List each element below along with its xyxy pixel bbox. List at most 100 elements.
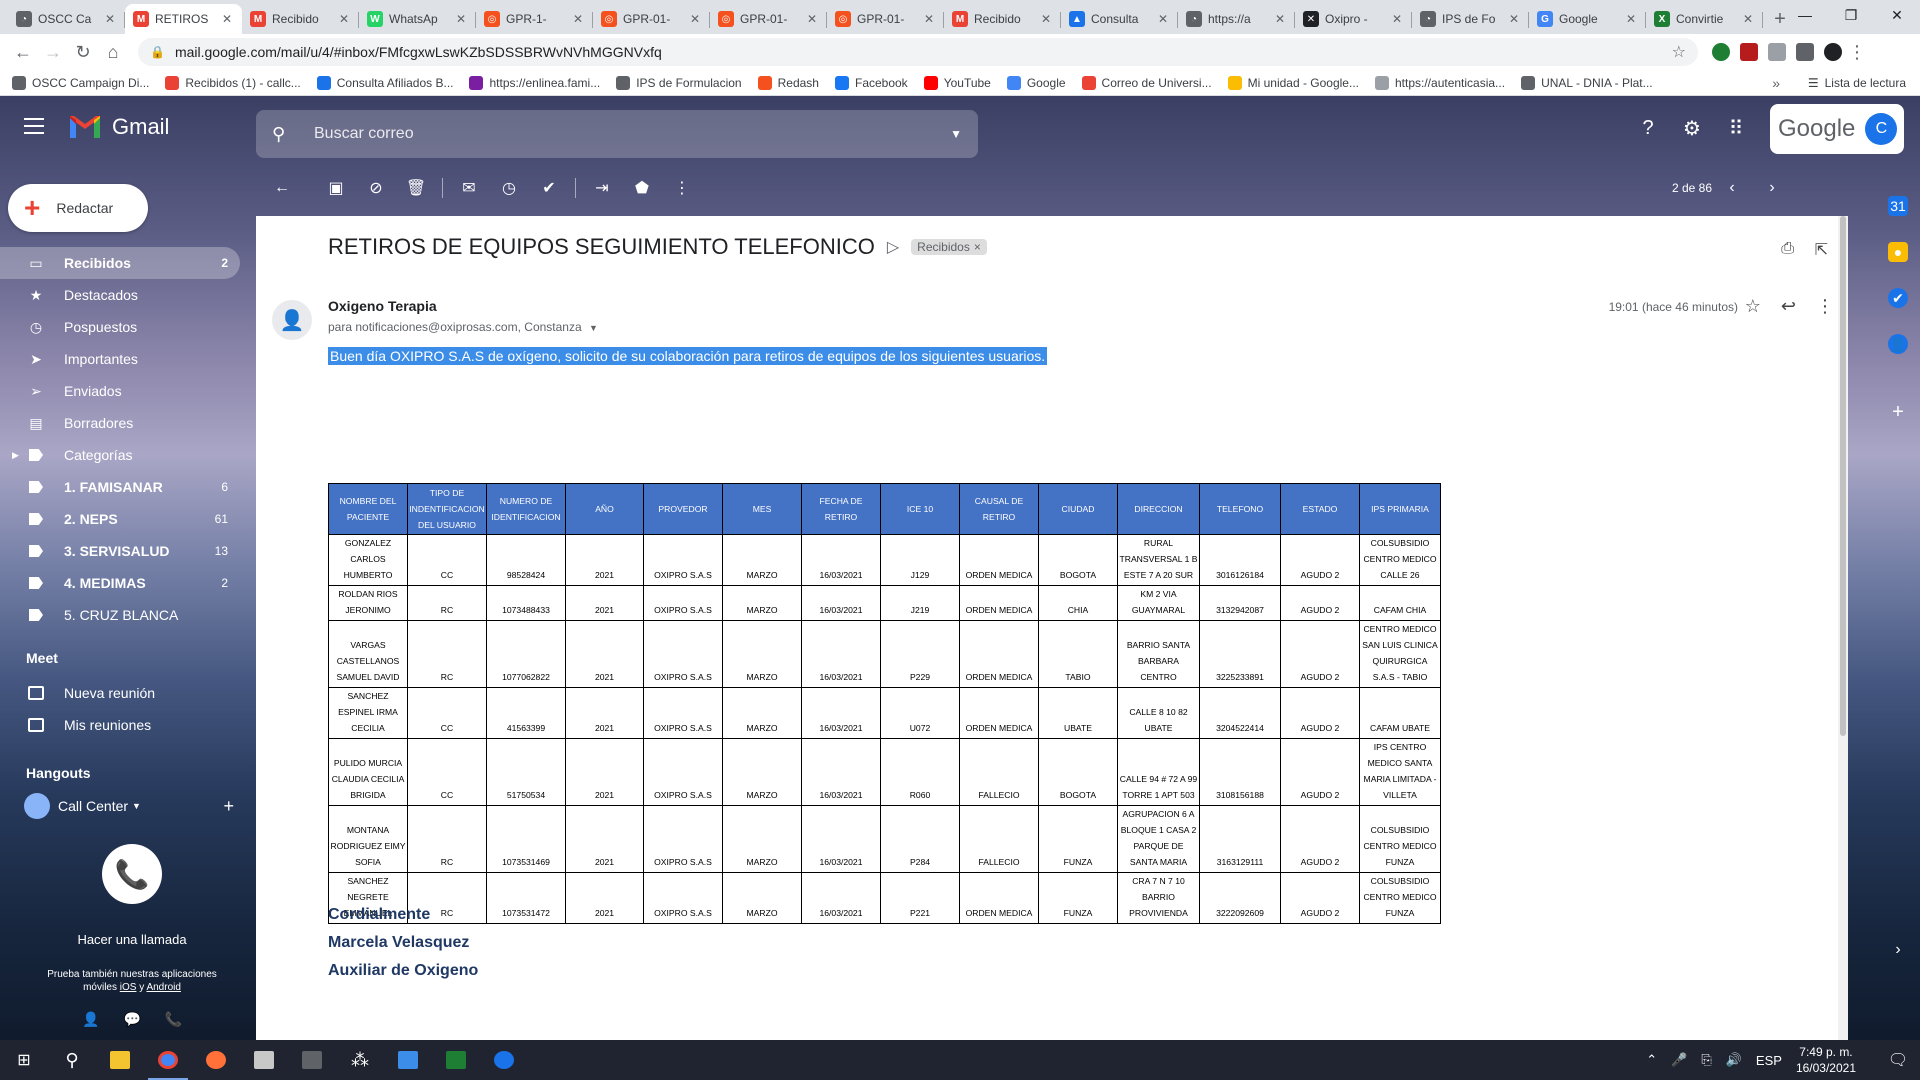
browser-tab[interactable]: ◔ https://a ✕ [1178,4,1295,34]
delete-icon[interactable]: 🗑 [396,168,436,208]
add-task-icon[interactable]: ✔ [529,168,569,208]
minimize-button[interactable]: — [1782,0,1828,30]
report-spam-icon[interactable]: ⊘ [356,168,396,208]
close-tab-icon[interactable]: ✕ [805,12,819,26]
bookmark-item[interactable]: Correo de Universi... [1081,75,1212,90]
firefox-taskbar-icon[interactable] [192,1040,240,1080]
sidebar-item-enviados[interactable]: ➢ Enviados [0,375,240,407]
bookmark-item[interactable]: https://enlinea.fami... [469,75,600,90]
search-mail-box[interactable]: ⚲ Buscar correo ▼ [256,110,978,158]
browser-tab[interactable]: ▲ Consulta ✕ [1061,4,1178,34]
back-to-inbox-icon[interactable]: ← [262,168,302,208]
calculator-taskbar-icon[interactable] [288,1040,336,1080]
person-icon[interactable]: 👤 [82,1011,99,1028]
browser-tab[interactable]: ◎ GPR-01- ✕ [827,4,944,34]
edge-taskbar-icon[interactable] [480,1040,528,1080]
omnibox[interactable]: 🔒 mail.google.com/mail/u/4/#inbox/FMfcgx… [138,38,1698,66]
print-icon[interactable]: ⎙ [1781,240,1794,258]
more-vert-icon[interactable]: ⋮ [1816,296,1834,317]
language-indicator[interactable]: ESP [1756,1053,1782,1068]
compose-button[interactable]: + Redactar [8,184,148,232]
sidebar-item-4-medimas[interactable]: 4. MEDIMAS 2 [0,567,240,599]
sidebar-item-importantes[interactable]: ➤ Importantes [0,343,240,375]
show-details-chevron-icon[interactable]: ▼ [589,323,598,333]
sidebar-item-3-servisalud[interactable]: 3. SERVISALUD 13 [0,535,240,567]
older-chevron-icon[interactable]: › [1752,179,1792,197]
add-addon-plus-icon[interactable]: + [1888,401,1908,423]
sidebar-item-2-neps[interactable]: 2. NEPS 61 [0,503,240,535]
bookmark-item[interactable]: Consulta Afiliados B... [316,75,453,90]
keep-icon[interactable]: ● [1888,242,1908,262]
browser-tab[interactable]: ◎ GPR-01- ✕ [593,4,710,34]
puzzle-icon[interactable] [1796,43,1814,61]
bookmark-item[interactable]: https://autenticasia... [1375,75,1505,90]
sidebar-item-5-cruz-blanca[interactable]: 5. CRUZ BLANCA [0,599,240,631]
extension-icon[interactable] [1768,43,1786,61]
home-button[interactable]: ⌂ [98,37,128,67]
close-window-button[interactable]: ✕ [1874,0,1920,30]
forward-button[interactable]: → [38,37,68,67]
archive-icon[interactable]: ▣ [316,168,356,208]
extension-icon[interactable] [1740,43,1758,61]
chrome-menu-icon[interactable]: ⋮ [1842,37,1872,67]
microphone-icon[interactable]: 🎤 [1671,1052,1687,1068]
browser-tab[interactable]: ◎ GPR-01- ✕ [710,4,827,34]
search-options-icon[interactable]: ▼ [950,127,962,141]
expand-panel-chevron-icon[interactable]: › [1888,940,1908,960]
recipients[interactable]: para notificaciones@oxiprosas.com, Const… [328,320,598,334]
help-icon[interactable]: ? [1636,116,1660,140]
importance-marker-icon[interactable]: ▷ [887,237,899,257]
sidebar-item-recibidos[interactable]: ▭ Recibidos 2 [0,247,240,279]
expand-caret-icon[interactable]: ▶ [12,450,19,461]
close-tab-icon[interactable]: ✕ [220,12,234,26]
open-new-window-icon[interactable]: ⇱ [1815,240,1828,260]
chat-bubble-icon[interactable]: 💬 [123,1011,140,1028]
sender-name[interactable]: Oxigeno Terapia [328,298,437,314]
browser-tab[interactable]: X Convirtie ✕ [1646,4,1763,34]
move-to-icon[interactable]: ⇥ [582,168,622,208]
ios-link[interactable]: iOS [120,982,137,993]
browser-tab[interactable]: ◔ IPS de Fo ✕ [1412,4,1529,34]
browser-tab[interactable]: W WhatsAp ✕ [359,4,476,34]
bookmark-item[interactable]: YouTube [923,75,991,90]
bookmark-item[interactable]: Redash [757,75,819,90]
bookmarks-overflow-button[interactable]: » [1772,70,1780,96]
newer-chevron-icon[interactable]: ‹ [1712,179,1752,197]
hangouts-user[interactable]: Call Center ▼ + [24,793,234,819]
sender-avatar[interactable]: 👤 [272,300,312,340]
close-tab-icon[interactable]: ✕ [922,12,936,26]
phone-icon[interactable]: 📞 [102,844,162,904]
clock[interactable]: 7:49 p. m. 16/03/2021 [1796,1044,1856,1076]
browser-tab[interactable]: ◔ OSCC Ca ✕ [8,4,125,34]
account-box[interactable]: Google C [1770,104,1904,154]
chevron-up-icon[interactable]: ⌃ [1646,1052,1657,1068]
bookmark-item[interactable]: Mi unidad - Google... [1227,75,1359,90]
sidebar-item-1-famisanar[interactable]: 1. FAMISANAR 6 [0,471,240,503]
sidebar-item-destacados[interactable]: ★ Destacados [0,279,240,311]
back-button[interactable]: ← [8,37,38,67]
network-icon[interactable]: ⎘ [1701,1052,1711,1068]
bookmark-item[interactable]: IPS de Formulacion [616,75,742,90]
search-taskbar-icon[interactable]: ⚲ [48,1040,96,1080]
close-tab-icon[interactable]: ✕ [1273,12,1287,26]
android-link[interactable]: Android [146,982,180,993]
reading-list-button[interactable]: ☰ Lista de lectura [1808,70,1906,96]
chevron-down-icon[interactable]: ▼ [132,801,141,811]
close-tab-icon[interactable]: ✕ [688,12,702,26]
my-meetings-button[interactable]: Mis reuniones [28,717,151,733]
main-menu-icon[interactable] [24,118,44,134]
browser-tab[interactable]: M Recibido ✕ [242,4,359,34]
notifications-icon[interactable]: 🗨 [1876,1050,1920,1070]
bookmark-item[interactable]: OSCC Campaign Di... [12,75,149,90]
close-tab-icon[interactable]: ✕ [337,12,351,26]
mark-unread-icon[interactable]: ✉ [449,168,489,208]
close-tab-icon[interactable]: ✕ [1624,12,1638,26]
maximize-button[interactable]: ❐ [1828,0,1874,30]
reload-button[interactable]: ↻ [68,37,98,67]
browser-tab[interactable]: ◎ GPR-1- ✕ [476,4,593,34]
sidebar-item-pospuestos[interactable]: ◷ Pospuestos [0,311,240,343]
close-tab-icon[interactable]: ✕ [103,12,117,26]
star-icon[interactable]: ☆ [1745,296,1761,317]
browser-tab[interactable]: M Recibido ✕ [944,4,1061,34]
account-avatar[interactable]: C [1865,113,1898,145]
